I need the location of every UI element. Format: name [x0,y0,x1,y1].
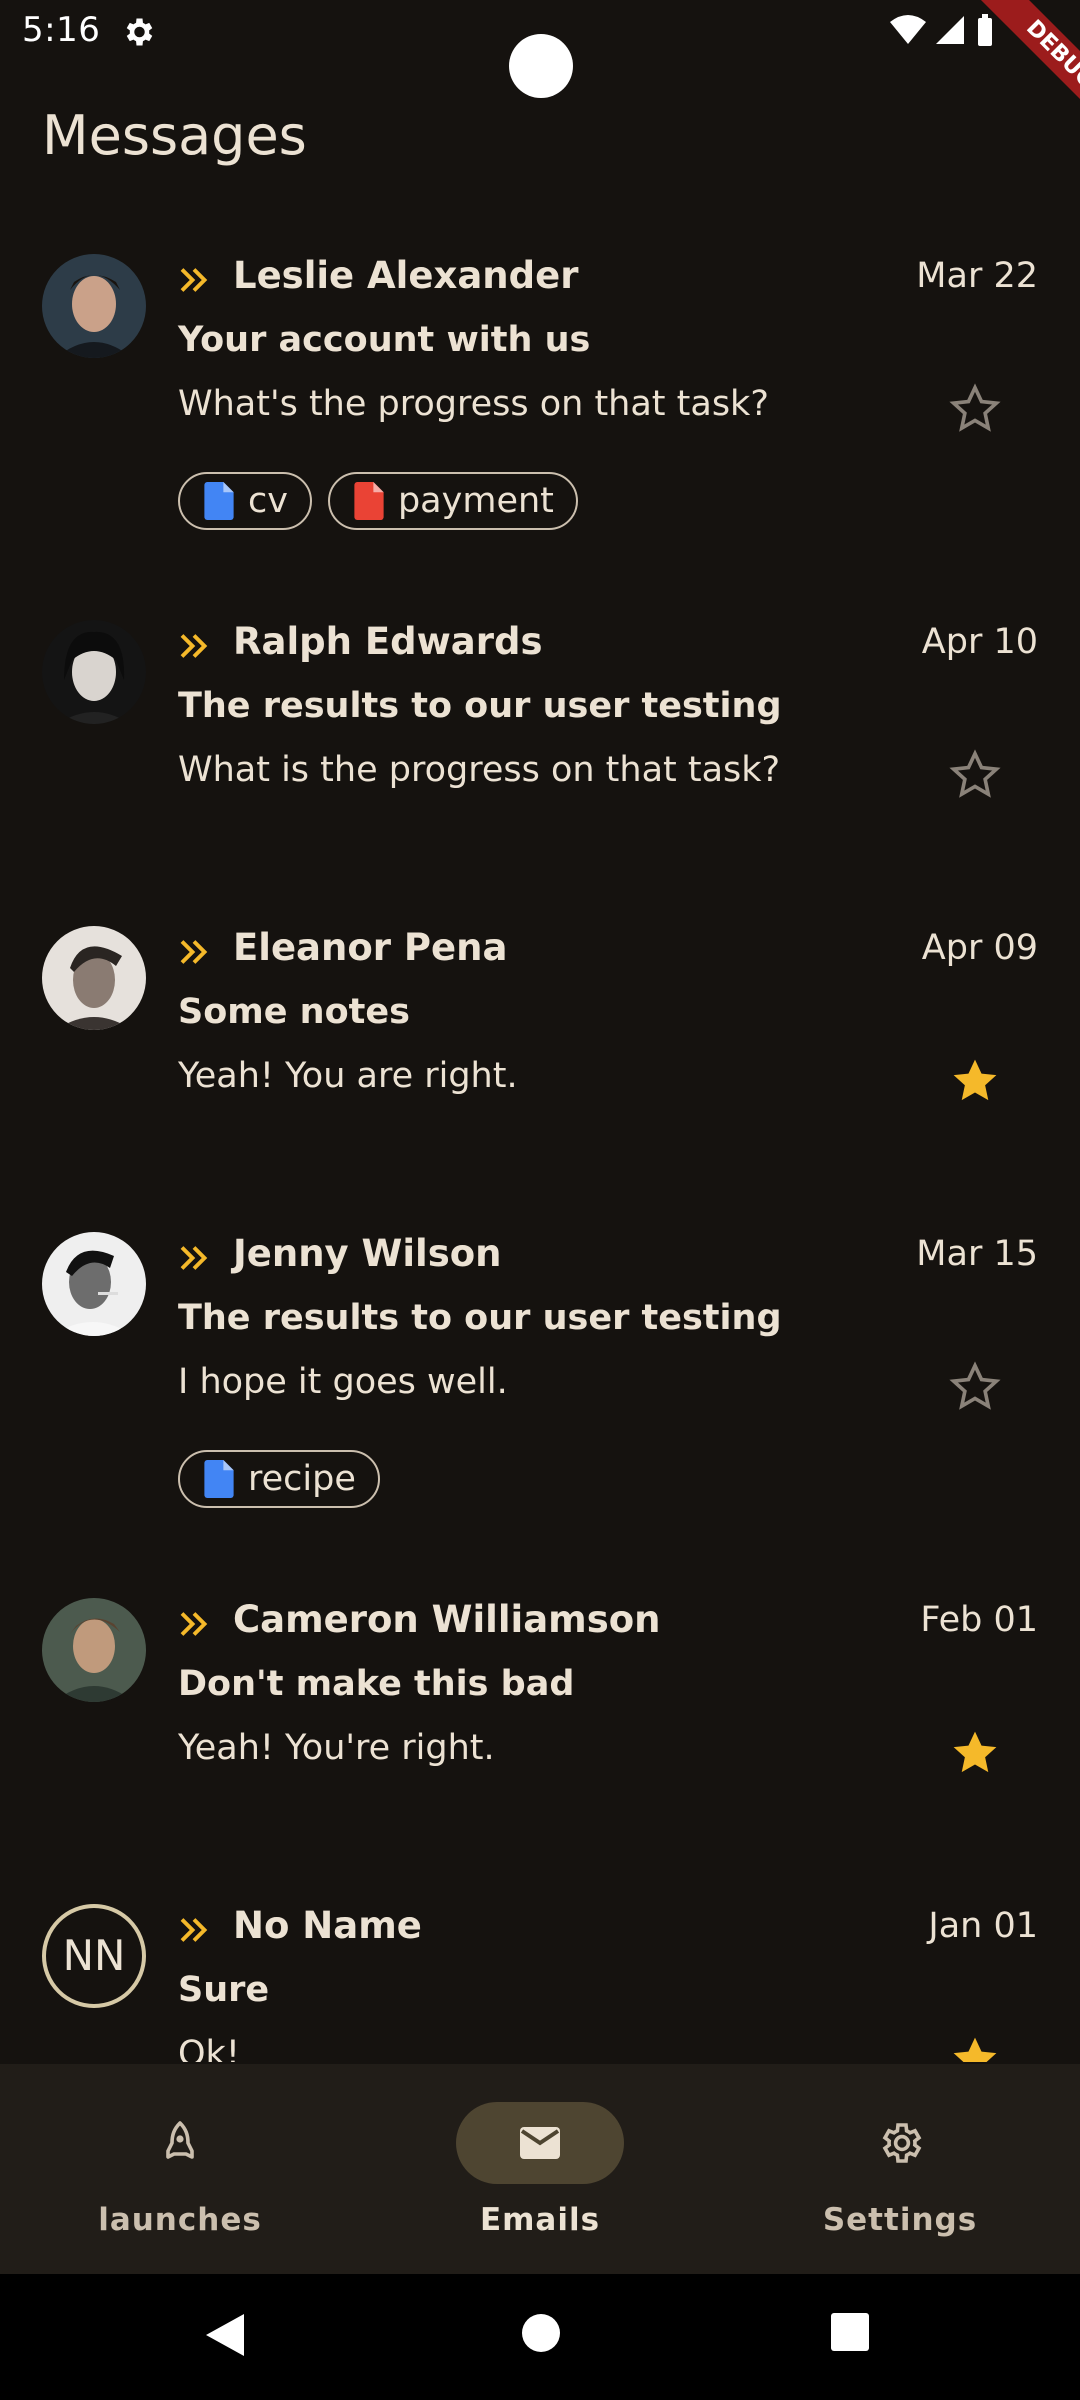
double-chevron-icon [180,268,208,292]
message-subject: Don't make this bad [178,1664,575,1704]
debug-label: DEBUG [963,0,1080,152]
message-item[interactable]: Eleanor Pena Apr 09 Some notes Yeah! You… [0,902,1080,1208]
attachment-chips: recipe [178,1450,380,1508]
avatar [42,254,146,358]
message-date: Apr 10 [921,622,1038,662]
system-navigation-bar [0,2274,1080,2400]
star-outline-icon[interactable] [948,1360,1002,1414]
double-chevron-icon [180,940,208,964]
attachment-label: cv [248,481,288,521]
nav-item-launches[interactable]: launches [0,2064,360,2274]
message-preview: Yeah! You are right. [178,1056,518,1096]
nav-label: launches [98,2202,262,2238]
sender-name: Cameron Williamson [233,1598,661,1641]
star-filled-icon[interactable] [948,1726,1002,1780]
star-filled-icon[interactable] [948,1054,1002,1108]
settings-status-icon [126,18,153,46]
message-item[interactable]: Leslie Alexander Mar 22 Your account wit… [0,230,1080,596]
double-chevron-icon [180,1246,208,1270]
debug-banner: DEBUG [920,0,1080,160]
bottom-navigation: launches Emails Settings [0,2064,1080,2274]
file-icon [204,1460,234,1498]
attachment-chip[interactable]: cv [178,472,312,530]
attachment-chip[interactable]: recipe [178,1450,380,1508]
message-date: Feb 01 [920,1600,1038,1640]
message-preview: Yeah! You're right. [178,1728,495,1768]
page-title: Messages [42,104,307,167]
file-icon [204,482,234,520]
camera-cutout [509,34,573,98]
status-bar: 5:16 DEBUG [0,0,1080,152]
avatar [42,1598,146,1702]
attachment-label: payment [397,481,554,521]
recents-icon[interactable] [830,2312,870,2352]
nav-item-emails[interactable]: Emails [360,2064,720,2274]
sender-name: Eleanor Pena [233,926,508,969]
message-item[interactable]: Cameron Williamson Feb 01 Don't make thi… [0,1574,1080,1880]
double-chevron-icon [180,1612,208,1636]
attachment-chips: cv payment [178,472,578,530]
star-outline-icon[interactable] [948,382,1002,436]
message-subject: Sure [178,1970,270,2010]
star-filled-icon[interactable] [948,2032,1002,2062]
gear-icon [882,2123,922,2163]
attachment-label: recipe [248,1459,356,1499]
message-item[interactable]: Jenny Wilson Mar 15 The results to our u… [0,1208,1080,1574]
nav-label: Settings [822,2202,978,2238]
star-outline-icon[interactable] [948,748,1002,802]
message-item[interactable]: Ralph Edwards Apr 10 The results to our … [0,596,1080,902]
sender-name: Ralph Edwards [233,620,543,663]
message-date: Mar 15 [916,1234,1038,1274]
message-date: Mar 22 [916,256,1038,296]
message-preview: What's the progress on that task? [178,384,769,424]
home-icon[interactable] [520,2312,562,2354]
avatar [42,1232,146,1336]
message-list[interactable]: Leslie Alexander Mar 22 Your account wit… [0,230,1080,2062]
sender-name: No Name [233,1904,422,1947]
message-subject: The results to our user testing [178,1298,782,1338]
nav-label: Emails [479,2202,601,2238]
message-subject: Your account with us [178,320,591,360]
message-preview: Ok! [178,2034,240,2062]
message-date: Apr 09 [921,928,1038,968]
nav-item-settings[interactable]: Settings [720,2064,1080,2274]
message-subject: Some notes [178,992,410,1032]
message-date: Jan 01 [928,1906,1038,1946]
sender-name: Jenny Wilson [233,1232,502,1275]
avatar [42,620,146,724]
avatar [42,926,146,1030]
attachment-chip[interactable]: payment [327,472,578,530]
file-icon [354,482,384,520]
mail-icon [520,2127,560,2159]
rocket-icon [166,2121,194,2159]
message-preview: What is the progress on that task? [178,750,781,790]
status-time: 5:16 [22,10,101,50]
message-subject: The results to our user testing [178,686,782,726]
message-preview: I hope it goes well. [178,1362,508,1402]
message-item[interactable]: NN No Name Jan 01 Sure Ok! [0,1880,1080,2062]
double-chevron-icon [180,1918,208,1942]
double-chevron-icon [180,634,208,658]
back-icon[interactable] [204,2312,246,2358]
sender-name: Leslie Alexander [233,254,579,297]
avatar-initials: NN [42,1904,146,2008]
